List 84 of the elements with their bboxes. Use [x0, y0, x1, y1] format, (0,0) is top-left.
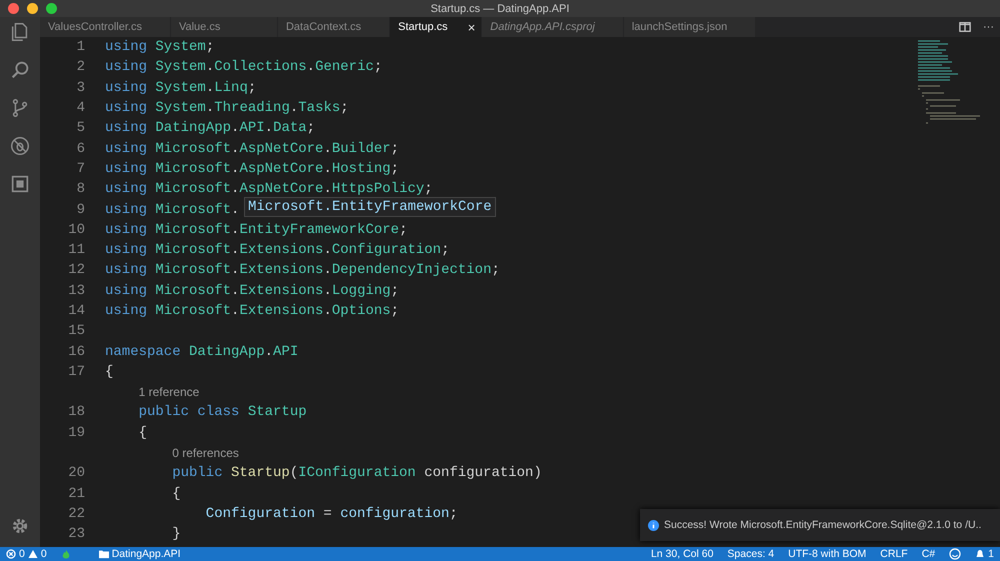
code-line: using Microsoft.AspNetCore.Builder;: [105, 140, 400, 157]
line-number: 16: [67, 344, 85, 360]
search-icon[interactable]: [9, 59, 31, 81]
code-line: public Startup(IConfiguration configuration): [172, 465, 542, 482]
code-line: public class Startup: [138, 404, 307, 420]
line-ending-button[interactable]: CRLF: [880, 548, 908, 560]
code-line: using Microsoft.Extensions.Configuration;: [105, 242, 450, 258]
line-number: 12: [67, 262, 85, 278]
line-number: 23: [67, 526, 85, 542]
extensions-icon[interactable]: [9, 173, 31, 195]
line-number: 2: [76, 59, 85, 76]
code-line: using Microsoft.Extensions.Logging;: [105, 282, 400, 299]
notifications-button[interactable]: 1: [975, 548, 994, 560]
line-number: 11: [67, 242, 85, 258]
code-line: using Microsoft.: [105, 202, 240, 218]
folder-name: DatingApp.API: [112, 548, 181, 560]
editor-tab[interactable]: Value.cs: [170, 17, 278, 37]
info-icon: [648, 520, 659, 530]
minimize-window-button[interactable]: [27, 3, 38, 14]
notification-message: Success! Wrote Microsoft.EntityFrameworkCore.Sqlite@2.1.0 to /U..: [664, 519, 982, 531]
codelens-link[interactable]: 0 references: [172, 446, 239, 460]
encoding-button[interactable]: UTF-8 with BOM: [788, 548, 866, 560]
line-number: 22: [67, 506, 85, 522]
folder-button[interactable]: DatingApp.API: [98, 548, 181, 560]
debug-icon[interactable]: [9, 135, 31, 157]
zoom-window-button[interactable]: [46, 3, 57, 14]
code-line: }: [172, 526, 181, 542]
line-number: 17: [67, 364, 85, 380]
split-editor-icon[interactable]: [959, 21, 971, 33]
code-line: using Microsoft.EntityFrameworkCore;: [105, 222, 408, 238]
editor-tab[interactable]: ValuesController.cs: [40, 17, 171, 37]
line-number: 14: [67, 303, 85, 319]
code-line: {: [138, 424, 147, 441]
line-number: 19: [67, 424, 85, 441]
code-line: using Microsoft.AspNetCore.Hosting;: [105, 160, 400, 177]
code-line: Configuration = configuration;: [206, 506, 458, 522]
line-number: 4: [76, 100, 85, 116]
line-number: 15: [67, 323, 85, 340]
flame-icon[interactable]: [60, 549, 71, 559]
error-icon: [6, 549, 16, 559]
more-actions-button[interactable]: ···: [983, 21, 994, 33]
notification-count: 1: [988, 548, 994, 560]
code-line: using Microsoft.Extensions.Options;: [105, 303, 400, 319]
editor-tab[interactable]: Startup.cs ×: [390, 17, 482, 37]
editor-tab[interactable]: DataContext.cs: [278, 17, 390, 37]
code-line: using Microsoft.AspNetCore.HttpsPolicy;: [105, 181, 433, 198]
code-line: using System.Linq;: [105, 80, 256, 96]
language-button[interactable]: C#: [922, 548, 936, 560]
warning-icon: [28, 549, 38, 559]
folder-icon: [98, 549, 109, 559]
bell-icon: [975, 549, 986, 559]
line-number: 10: [67, 222, 85, 238]
editor-tab[interactable]: DatingApp.API.csproj: [482, 17, 624, 37]
indentation-button[interactable]: Spaces: 4: [727, 548, 774, 560]
code-line: using System.Collections.Generic;: [105, 59, 382, 76]
error-count: 0: [19, 548, 25, 560]
warning-count: 0: [40, 548, 47, 560]
problems-button[interactable]: 0 0: [6, 548, 47, 560]
line-number: 18: [67, 404, 85, 420]
code-line: using System;: [105, 39, 214, 56]
line-number: 21: [67, 486, 85, 502]
line-number: 7: [76, 160, 85, 177]
code-line: using Microsoft.Extensions.DependencyInjection;: [105, 262, 500, 278]
line-number: 20: [67, 465, 85, 482]
line-number: 5: [76, 120, 85, 136]
window-title: Startup.cs — DatingApp.API: [430, 2, 570, 14]
codelens-link[interactable]: 1 reference: [138, 385, 200, 400]
editor-tab[interactable]: launchSettings.json: [624, 17, 756, 37]
line-number: 9: [76, 202, 85, 218]
line-number: 6: [76, 140, 85, 157]
line-number: 13: [67, 282, 85, 299]
line-number: 8: [76, 181, 85, 198]
cursor-position[interactable]: Ln 30, Col 60: [650, 548, 714, 560]
code-line: {: [172, 486, 181, 502]
line-number: 3: [76, 80, 85, 96]
line-number: 1: [76, 39, 85, 56]
code-line: using System.Threading.Tasks;: [105, 100, 349, 116]
smiley-icon[interactable]: [949, 548, 962, 560]
close-tab-button[interactable]: ×: [468, 20, 476, 34]
code-line: {: [105, 364, 114, 380]
close-window-button[interactable]: [8, 3, 19, 14]
hover-tooltip: Microsoft.EntityFrameworkCore: [244, 197, 496, 217]
code-line: using DatingApp.API.Data;: [105, 120, 316, 136]
code-line: namespace DatingApp.API: [105, 344, 298, 360]
